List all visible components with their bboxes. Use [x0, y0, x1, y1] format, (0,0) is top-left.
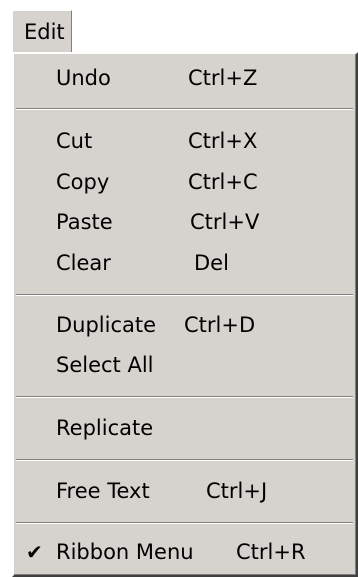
edit-menu-dropdown: Undo Ctrl+Z Cut Ctrl+X Copy Ctrl+C Paste…	[12, 52, 358, 577]
menu-item-paste-shortcut: Ctrl+V	[190, 210, 260, 234]
menu-item-replicate-label: Replicate	[56, 416, 154, 440]
edit-menu-title[interactable]: Edit	[12, 10, 72, 53]
menu-item-copy[interactable]: Copy Ctrl+C	[14, 162, 356, 202]
menu-item-ribbon-menu-label: Ribbon Menu	[56, 540, 194, 564]
menu-separator	[16, 396, 353, 398]
menu-item-paste-label: Paste	[56, 210, 113, 234]
menu-item-free-text-label: Free Text	[56, 479, 150, 503]
menu-item-clear-shortcut: Del	[194, 251, 229, 275]
menu-item-clear-label: Clear	[56, 251, 111, 275]
menu-item-cut-shortcut: Ctrl+X	[188, 129, 258, 153]
menu-item-ribbon-menu-shortcut: Ctrl+R	[236, 540, 306, 564]
menu-item-select-all[interactable]: Select All	[14, 345, 356, 385]
menu-item-duplicate[interactable]: Duplicate Ctrl+D	[14, 305, 356, 345]
menu-item-select-all-label: Select All	[56, 353, 154, 377]
menu-item-paste[interactable]: Paste Ctrl+V	[14, 202, 356, 242]
menu-separator	[16, 294, 353, 296]
menu-item-cut-label: Cut	[56, 129, 93, 153]
menu-item-undo-shortcut: Ctrl+Z	[188, 66, 258, 90]
menu-item-duplicate-label: Duplicate	[56, 313, 157, 337]
menu-item-undo-label: Undo	[56, 66, 111, 90]
menu-item-cut[interactable]: Cut Ctrl+X	[14, 121, 356, 161]
menu-item-copy-label: Copy	[56, 170, 110, 194]
menu-item-replicate[interactable]: Replicate	[14, 408, 356, 448]
menu-item-free-text-shortcut: Ctrl+J	[206, 479, 268, 503]
menu-item-undo[interactable]: Undo Ctrl+Z	[14, 58, 356, 98]
menu-item-ribbon-menu[interactable]: ✔ Ribbon Menu Ctrl+R	[14, 532, 356, 572]
menu-separator	[16, 522, 353, 524]
menu-separator	[16, 459, 353, 461]
checkmark-icon: ✔	[26, 540, 43, 564]
menu-item-clear[interactable]: Clear Del	[14, 243, 356, 283]
menu-item-copy-shortcut: Ctrl+C	[188, 170, 258, 194]
edit-menu-title-label: Edit	[24, 20, 65, 44]
menu-item-free-text[interactable]: Free Text Ctrl+J	[14, 471, 356, 511]
menu-item-duplicate-shortcut: Ctrl+D	[184, 313, 256, 337]
menu-separator	[16, 108, 353, 110]
